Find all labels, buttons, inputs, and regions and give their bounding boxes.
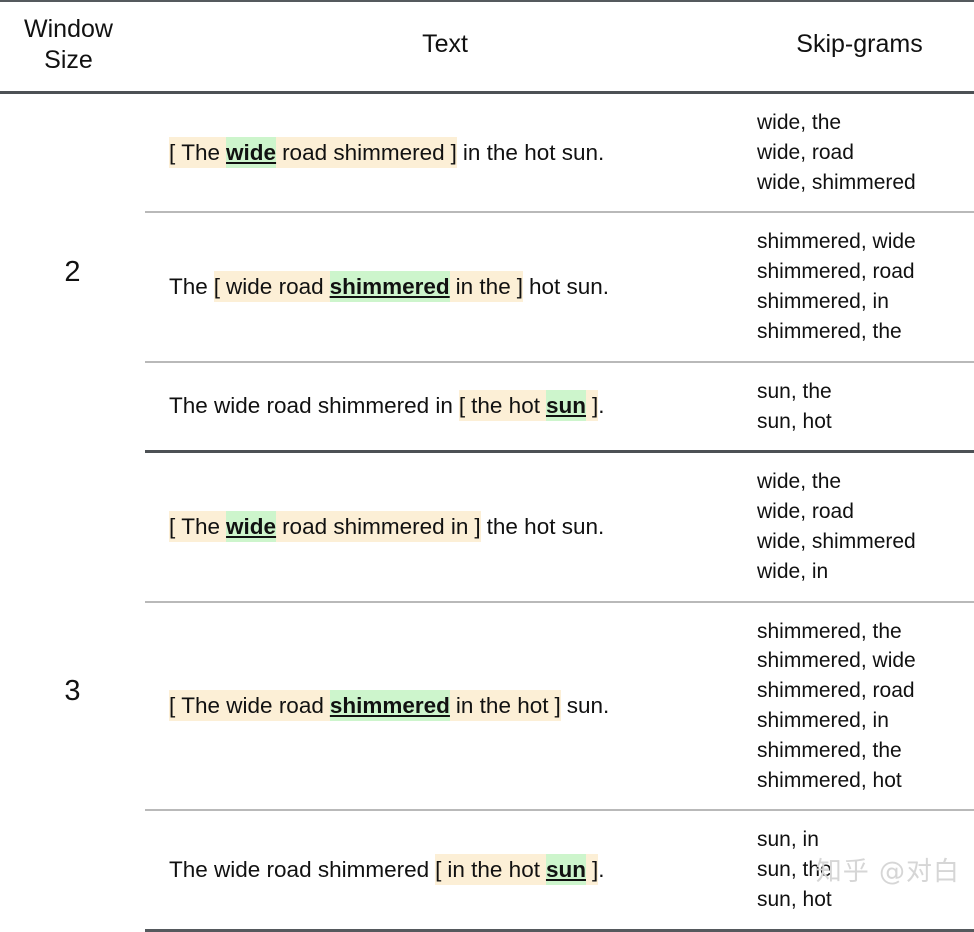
skipgram-item: shimmered, in — [757, 290, 889, 314]
sentence-text: [The wide road shimmered] in the hot sun. — [145, 93, 745, 213]
skipgram-list: wide, the wide, road wide, shimmered — [745, 93, 974, 213]
context-window-span: [The wide road shimmered in] — [169, 510, 481, 542]
bracket-open: [ — [169, 692, 176, 718]
skipgram-item: sun, the — [757, 379, 832, 403]
context-before-target: The wide road — [181, 692, 324, 718]
skipgram-item: wide, in — [757, 559, 829, 583]
sentence-text: [The wide road shimmered in] the hot sun. — [145, 452, 745, 602]
skipgram-table-figure: Window Size Text Skip-grams 2 [The wide ro… — [0, 0, 974, 932]
column-header-skipgrams: Skip-grams — [796, 30, 923, 59]
sentence-suffix: in the hot sun. — [462, 139, 605, 165]
bracket-close: ] — [474, 513, 481, 539]
sentence-text: The wide road shimmered[in the hot sun]. — [145, 809, 745, 932]
skipgram-item: wide, road — [757, 140, 854, 164]
bracket-open: [ — [435, 856, 442, 882]
sentence-suffix: the hot sun. — [486, 513, 605, 539]
skipgram-item: sun, hot — [757, 888, 832, 912]
table-header: Window Size Text Skip-grams — [0, 1, 974, 93]
column-header-window-size: Window Size — [0, 1, 145, 93]
table-row: 2 [The wide road shimmered] in the hot sun.… — [0, 93, 974, 288]
bracket-open: [ — [169, 139, 176, 165]
target-word: sun — [545, 853, 586, 885]
skipgram-item: wide, shimmered — [757, 170, 916, 194]
skipgram-item: shimmered, road — [757, 260, 915, 284]
target-word: shimmered — [329, 689, 450, 721]
context-before-target: the hot — [471, 393, 540, 419]
skipgram-list: wide, the wide, road wide, shimmered wid… — [745, 452, 974, 602]
skipgram-item: sun, in — [757, 828, 819, 852]
context-before-target: wide road — [226, 273, 324, 299]
target-word: sun — [545, 390, 586, 422]
skipgram-table: Window Size Text Skip-grams 2 [The wide ro… — [0, 0, 974, 932]
sentence-text: The wide road shimmered in[the hot sun]. — [145, 360, 745, 454]
window-size-value: 3 — [64, 674, 81, 707]
column-header-window-size-line1: Window — [24, 15, 113, 43]
column-header-text: Text — [422, 30, 468, 59]
context-window-span: [the hot sun] — [458, 390, 599, 422]
bracket-open: [ — [169, 513, 176, 539]
sentence-suffix: sun. — [566, 692, 610, 718]
sentence-text: [The wide road shimmered in the hot] sun. — [145, 600, 745, 811]
context-before-target: in the hot — [447, 856, 540, 882]
skipgram-item: sun, the — [757, 858, 832, 882]
bracket-open: [ — [458, 393, 466, 419]
window-size-value: 2 — [64, 256, 81, 289]
skipgram-list: sun, the sun, hot — [745, 360, 974, 454]
bracket-close: ] — [516, 273, 523, 299]
target-word: shimmered — [329, 270, 450, 302]
context-before-target: The — [181, 513, 221, 539]
bracket-open: [ — [213, 273, 221, 299]
skipgram-item: shimmered, wide — [757, 649, 916, 673]
skipgram-item: shimmered, the — [757, 738, 902, 762]
sentence-suffix: hot sun. — [528, 273, 610, 299]
context-window-span: [The wide road shimmered] — [169, 136, 457, 168]
table-row: The wide road shimmered in[the hot sun]. … — [0, 360, 974, 454]
context-after-target: in the hot — [455, 692, 549, 718]
target-word: wide — [226, 510, 277, 542]
sentence-prefix: The — [169, 273, 208, 299]
context-before-target: The — [181, 139, 221, 165]
skipgram-item: wide, shimmered — [757, 529, 916, 553]
bracket-close: ] — [554, 692, 561, 718]
skipgram-list: shimmered, wide shimmered, road shimmere… — [745, 211, 974, 362]
sentence-suffix: . — [598, 393, 605, 419]
skipgram-item: shimmered, wide — [757, 230, 916, 254]
column-header-window-size-line2: Size — [44, 45, 93, 74]
skipgram-list: sun, in sun, the sun, hot — [745, 809, 974, 932]
table-row: [The wide road shimmered in the hot] sun. s… — [0, 600, 974, 811]
bracket-close: ] — [450, 139, 457, 165]
context-after-target: road shimmered — [282, 139, 445, 165]
target-word: wide — [226, 136, 277, 168]
sentence-suffix: . — [598, 856, 605, 882]
skipgram-item: shimmered, in — [757, 709, 889, 732]
skipgram-list: shimmered, the shimmered, wide shimmered… — [745, 600, 974, 811]
skipgram-item: shimmered, the — [757, 319, 902, 343]
table-row: 3 [The wide road shimmered in] the hot sun.… — [0, 452, 974, 706]
skipgram-item: sun, hot — [757, 409, 832, 433]
skipgram-item: wide, the — [757, 470, 842, 494]
skipgram-item: shimmered, hot — [757, 768, 902, 792]
skipgram-item: shimmered, road — [757, 679, 915, 703]
sentence-prefix: The wide road shimmered in — [169, 393, 453, 419]
table-body: 2 [The wide road shimmered] in the hot sun.… — [0, 93, 974, 932]
context-window-span: [wide road shimmered in the] — [213, 270, 523, 302]
sentence-text: The[wide road shimmered in the] hot sun. — [145, 211, 745, 362]
context-window-span: [in the hot sun] — [435, 853, 599, 885]
skipgram-item: shimmered, the — [757, 619, 902, 643]
table-row: The[wide road shimmered in the] hot sun. sh… — [0, 211, 974, 362]
table-row: The wide road shimmered[in the hot sun]. … — [0, 809, 974, 932]
skipgram-item: wide, road — [757, 500, 854, 524]
context-window-span: [The wide road shimmered in the hot] — [169, 689, 561, 721]
sentence-prefix: The wide road shimmered — [169, 856, 430, 882]
header-row: Window Size Text Skip-grams — [0, 1, 974, 93]
context-after-target: in the — [455, 273, 511, 299]
context-after-target: road shimmered in — [282, 513, 469, 539]
skipgram-item: wide, the — [757, 111, 842, 134]
